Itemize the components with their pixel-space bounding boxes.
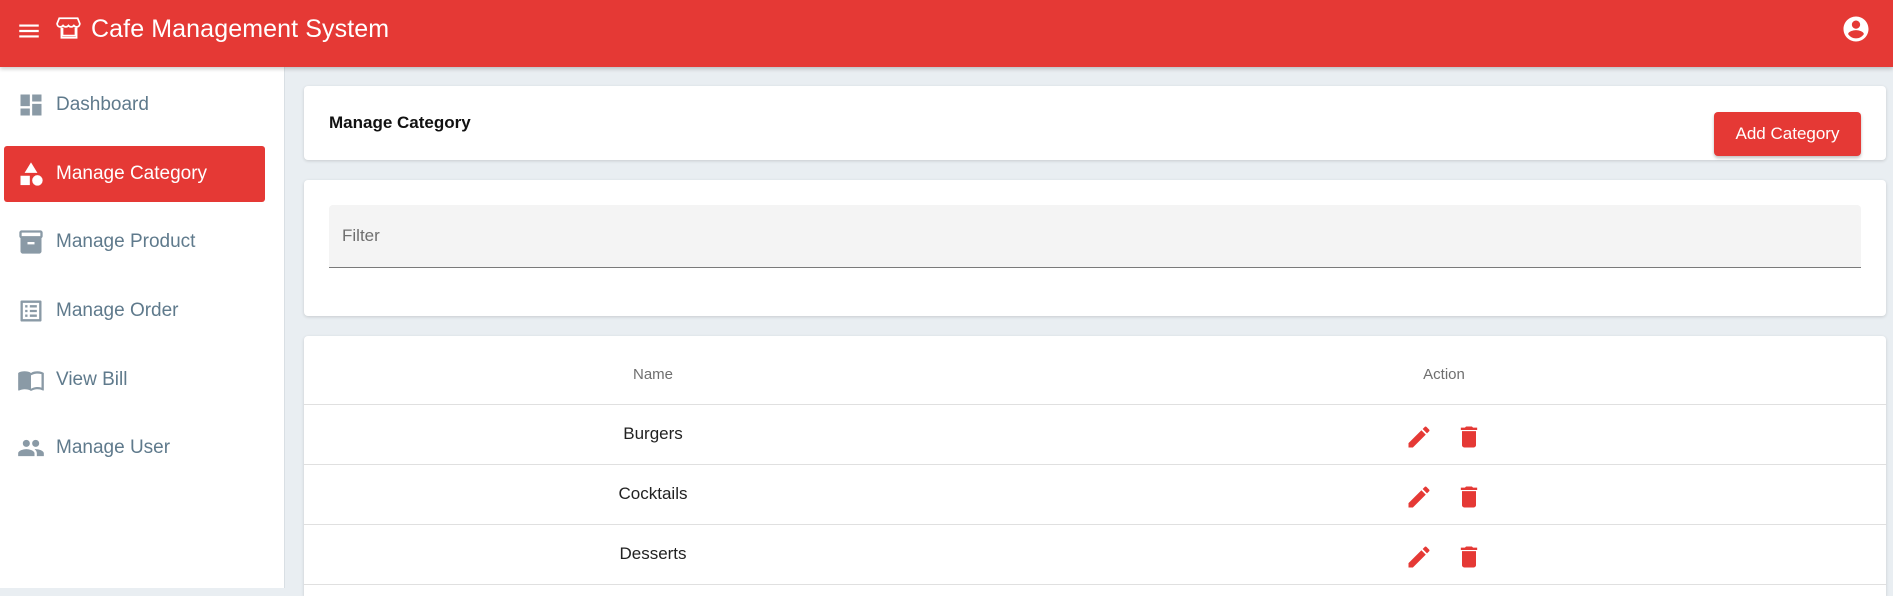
- category-icon: [20, 162, 43, 186]
- page-header-card: Manage Category Add Category: [304, 86, 1886, 160]
- sidebar-item-manage-product[interactable]: Manage Product: [4, 214, 265, 270]
- page-title: Manage Category: [329, 113, 471, 132]
- sidebar-item-view-bill[interactable]: View Bill: [4, 352, 265, 408]
- store-icon: [56, 17, 81, 39]
- row-divider: [304, 584, 1886, 585]
- row-divider: [304, 464, 1886, 465]
- sidebar-item-manage-user[interactable]: Manage User: [4, 420, 265, 476]
- column-header-name[interactable]: Name: [633, 366, 673, 383]
- filter-input[interactable]: [329, 205, 1861, 267]
- account-circle-icon[interactable]: [1841, 14, 1871, 44]
- list-icon: [20, 300, 42, 322]
- book-icon: [18, 371, 44, 391]
- delete-icon[interactable]: [1455, 423, 1483, 451]
- filter-field[interactable]: [329, 205, 1861, 268]
- add-category-button[interactable]: Add Category: [1714, 112, 1861, 156]
- category-name-cell: Cocktails: [618, 484, 688, 503]
- sidebar-item-dashboard[interactable]: Dashboard: [4, 77, 265, 133]
- edit-icon[interactable]: [1405, 483, 1433, 511]
- sidebar: Dashboard Manage Category Manage Product…: [0, 67, 285, 588]
- category-name-cell: Desserts: [619, 544, 687, 563]
- row-divider: [304, 524, 1886, 525]
- category-table: Name Action Burgers Cocktails Desserts: [304, 336, 1886, 596]
- sidebar-item-label: Manage Order: [56, 300, 179, 321]
- dashboard-icon: [20, 94, 42, 116]
- category-name-cell: Burgers: [623, 424, 683, 443]
- sidebar-item-label: Manage Product: [56, 231, 196, 252]
- sidebar-item-label: Dashboard: [56, 94, 149, 115]
- app-title: Cafe Management System: [91, 15, 390, 43]
- people-icon: [18, 439, 44, 457]
- delete-icon[interactable]: [1455, 543, 1483, 571]
- inventory-icon: [19, 230, 43, 254]
- column-header-action: Action: [1423, 366, 1465, 383]
- sidebar-item-label: Manage User: [56, 437, 171, 458]
- sidebar-item-label: Manage Category: [56, 163, 208, 184]
- sidebar-item-label: View Bill: [56, 369, 128, 390]
- delete-icon[interactable]: [1455, 483, 1483, 511]
- header-divider: [304, 404, 1886, 405]
- filter-card: [304, 180, 1886, 316]
- sidebar-item-manage-order[interactable]: Manage Order: [4, 283, 265, 339]
- edit-icon[interactable]: [1405, 423, 1433, 451]
- sidebar-item-manage-category[interactable]: Manage Category: [4, 146, 265, 202]
- edit-icon[interactable]: [1405, 543, 1433, 571]
- menu-icon[interactable]: [16, 18, 42, 44]
- top-toolbar: Cafe Management System: [0, 0, 1893, 67]
